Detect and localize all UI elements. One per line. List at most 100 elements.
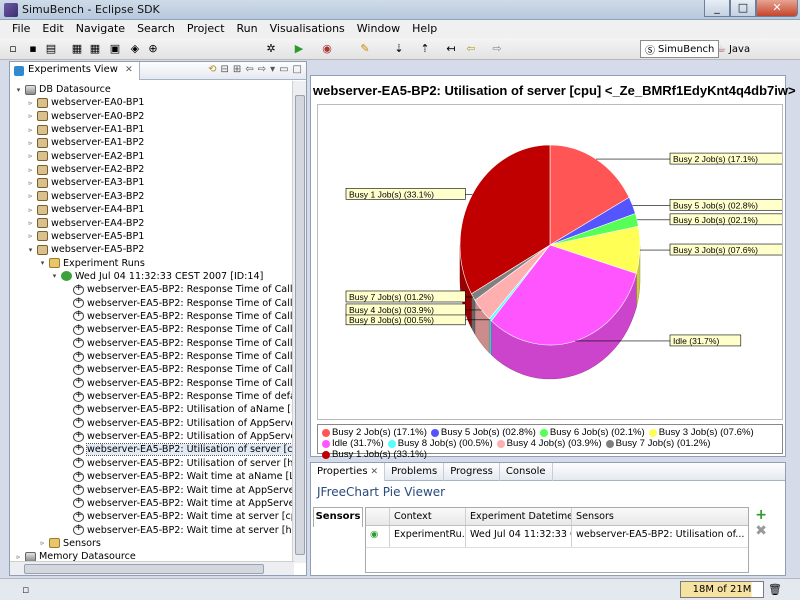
menu-visualisations[interactable]: Visualisations: [264, 20, 351, 38]
view-menu-icon[interactable]: ▾: [270, 64, 275, 75]
expand-toggle-icon[interactable]: ▹: [26, 152, 35, 160]
table-icon[interactable]: ▦: [88, 42, 102, 56]
tab-experiments-view[interactable]: Experiments View ✕: [10, 62, 140, 80]
minimize-button[interactable]: _: [704, 0, 730, 17]
menu-search[interactable]: Search: [131, 20, 181, 38]
menu-navigate[interactable]: Navigate: [70, 20, 131, 38]
tree-item[interactable]: ▾ Wed Jul 04 11:32:33 CEST 2007 [ID:14]: [50, 270, 264, 283]
add-icon[interactable]: +: [755, 507, 767, 523]
close-properties-icon[interactable]: ✕: [371, 467, 379, 477]
next-annotation-icon[interactable]: ⇣: [392, 42, 406, 56]
tab-problems[interactable]: Problems: [385, 463, 445, 481]
tree-item[interactable]: webserver-EA5-BP2: Response Time of Call…: [62, 363, 300, 376]
tree-item[interactable]: ▹ webserver-EA2-BP1: [26, 150, 145, 163]
garbage-collect-icon[interactable]: 🗑: [768, 583, 782, 596]
tree-item[interactable]: webserver-EA5-BP2: Wait time at AppServe…: [62, 483, 300, 497]
maximize-view-icon[interactable]: □: [293, 64, 302, 75]
menu-run[interactable]: Run: [231, 20, 264, 38]
maximize-button[interactable]: □: [730, 0, 756, 17]
tree-item[interactable]: ▹ webserver-EA0-BP2: [26, 110, 145, 123]
tree-item[interactable]: webserver-EA5-BP2: Utilisation of aName …: [62, 403, 300, 416]
back-icon[interactable]: ⇦: [464, 42, 478, 56]
tree-item[interactable]: ▹ webserver-EA5-BP1: [26, 230, 145, 243]
tab-sensors[interactable]: Sensors: [313, 507, 363, 527]
tree-item[interactable]: webserver-EA5-BP2: Response Time of Call…: [62, 336, 300, 350]
expand-toggle-icon[interactable]: ▹: [26, 206, 35, 214]
tree-item[interactable]: ▹ webserver-EA1-BP2: [26, 136, 145, 149]
last-edit-icon[interactable]: ↤: [444, 42, 458, 56]
remove-icon[interactable]: ✖: [755, 523, 767, 539]
close-button[interactable]: ✕: [756, 0, 798, 17]
chart-icon[interactable]: ▣: [108, 42, 122, 56]
vertical-scrollbar[interactable]: [292, 81, 306, 563]
tree-item[interactable]: ▹ webserver-EA1-BP1: [26, 123, 145, 136]
menu-help[interactable]: Help: [406, 20, 443, 38]
tree-item[interactable]: webserver-EA5-BP2: Wait time at server […: [62, 523, 300, 537]
tree-item[interactable]: ▹ Sensors: [38, 537, 101, 550]
tree-item[interactable]: webserver-EA5-BP2: Response Time of defa…: [62, 390, 300, 403]
tree-item[interactable]: webserver-EA5-BP2: Wait time at server […: [62, 510, 300, 523]
target-icon[interactable]: ◈: [128, 42, 142, 56]
debug-icon[interactable]: ✲: [264, 42, 278, 56]
fast-view-icon[interactable]: ▫: [22, 583, 29, 596]
menu-edit[interactable]: Edit: [36, 20, 69, 38]
tree-item[interactable]: webserver-EA5-BP2: Utilisation of server…: [62, 456, 300, 470]
tree-item[interactable]: webserver-EA5-BP2: Response Time of Call…: [62, 283, 300, 296]
minimize-view-icon[interactable]: ▭: [279, 64, 288, 75]
forward-nav-icon[interactable]: ⇨: [258, 64, 266, 75]
tab-properties[interactable]: Properties ✕: [311, 463, 386, 481]
tree-item[interactable]: ▹ webserver-EA2-BP2: [26, 163, 145, 176]
perspective-simubench[interactable]: Ⓢ SimuBench: [640, 40, 720, 58]
tree-item[interactable]: webserver-EA5-BP2: Response Time of Call…: [62, 350, 300, 363]
tree-item[interactable]: ▾ Experiment Runs: [38, 257, 145, 270]
menu-project[interactable]: Project: [181, 20, 231, 38]
horizontal-scroll-thumb[interactable]: [24, 564, 264, 574]
expand-toggle-icon[interactable]: ▹: [38, 539, 47, 547]
tree-item[interactable]: ▹ webserver-EA0-BP1: [26, 96, 145, 109]
tree-item[interactable]: webserver-EA5-BP2: Utilisation of AppSer…: [62, 430, 300, 443]
expand-toggle-icon[interactable]: ▹: [26, 192, 35, 200]
perspective-java[interactable]: ☕ Java: [712, 40, 755, 58]
column-experiment-datetime[interactable]: Experiment Datetime: [466, 508, 572, 525]
run-icon[interactable]: ▶: [292, 42, 306, 56]
expand-toggle-icon[interactable]: ▹: [26, 166, 35, 174]
back-nav-icon[interactable]: ⇦: [245, 64, 253, 75]
expand-toggle-icon[interactable]: ▾: [14, 86, 23, 94]
tree-item[interactable]: webserver-EA5-BP2: Response Time of Call…: [62, 296, 300, 310]
save-icon[interactable]: ▪: [26, 42, 40, 56]
expand-toggle-icon[interactable]: ▹: [26, 179, 35, 187]
expand-toggle-icon[interactable]: ▾: [38, 259, 47, 267]
expand-toggle-icon[interactable]: ▹: [26, 219, 35, 227]
menu-file[interactable]: File: [6, 20, 36, 38]
tree-item[interactable]: ▹ webserver-EA3-BP2: [26, 190, 145, 203]
link-icon[interactable]: ⊞: [233, 64, 241, 75]
crosshair-icon[interactable]: ⊕: [146, 42, 160, 56]
expand-toggle-icon[interactable]: ▾: [26, 246, 35, 254]
tree-item[interactable]: webserver-EA5-BP2: Wait time at AppServe…: [62, 496, 300, 510]
print-icon[interactable]: ▤: [44, 42, 58, 56]
expand-toggle-icon[interactable]: ▹: [26, 99, 35, 107]
collapse-all-icon[interactable]: ⊟: [221, 64, 229, 75]
tree-item[interactable]: ▾ webserver-EA5-BP2: [26, 243, 145, 256]
tree-item[interactable]: ▹ webserver-EA4-BP1: [26, 203, 145, 216]
new-icon[interactable]: ▫: [6, 42, 20, 56]
tab-progress[interactable]: Progress: [444, 463, 500, 481]
tree-item[interactable]: ▹ webserver-EA4-BP2: [26, 217, 145, 230]
tree-item[interactable]: webserver-EA5-BP2: Utilisation of server…: [62, 443, 300, 457]
expand-toggle-icon[interactable]: ▹: [26, 112, 35, 120]
expand-toggle-icon[interactable]: ▹: [26, 232, 35, 240]
tree-item[interactable]: webserver-EA5-BP2: Response Time of Call…: [62, 309, 300, 323]
expand-toggle-icon[interactable]: ▹: [26, 126, 35, 134]
tree-item[interactable]: webserver-EA5-BP2: Wait time at aName [L…: [62, 470, 300, 483]
horizontal-scrollbar[interactable]: [10, 561, 294, 575]
column-context[interactable]: Context: [390, 508, 466, 525]
search-icon[interactable]: ✎: [358, 42, 372, 56]
tree-item[interactable]: ▾ DB Datasource: [14, 83, 111, 96]
expand-toggle-icon[interactable]: ▹: [26, 139, 35, 147]
grid-icon[interactable]: ▦: [70, 42, 84, 56]
tree-item[interactable]: ▹ webserver-EA3-BP1: [26, 176, 145, 189]
column-sensors[interactable]: Sensors: [572, 508, 748, 525]
tree-item[interactable]: webserver-EA5-BP2: Response Time of Call…: [62, 323, 300, 336]
refresh-icon[interactable]: ⟲: [208, 64, 216, 75]
table-row[interactable]: ◉ ExperimentRu... Wed Jul 04 11:32:33 C.…: [366, 526, 748, 548]
